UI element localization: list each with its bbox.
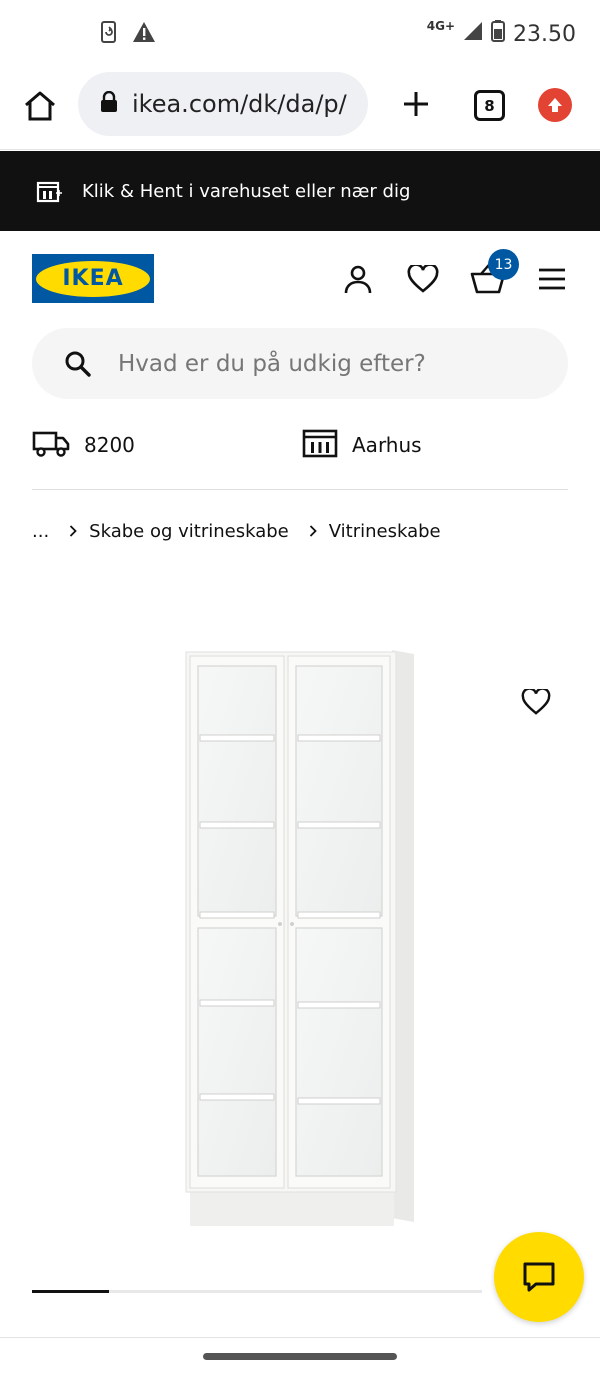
clock: 23.50 (513, 21, 576, 47)
store-text: Aarhus (352, 433, 422, 457)
search-input[interactable]: Hvad er du på udkig efter? (32, 328, 568, 399)
battery-icon (491, 20, 506, 48)
heart-icon (407, 265, 439, 293)
add-to-favourites-button[interactable] (518, 684, 554, 720)
browser-toolbar: ikea.com/dk/da/p/ 8 (0, 66, 600, 150)
chevron-right-icon (69, 521, 77, 542)
nav-divider (0, 1337, 600, 1338)
address-bar[interactable]: ikea.com/dk/da/p/ (78, 72, 368, 136)
home-icon (25, 91, 55, 121)
logo-text: IKEA (62, 266, 124, 291)
chevron-right-icon (309, 521, 317, 542)
delivery-store-row: 8200 Aarhus (32, 420, 568, 470)
chat-icon (523, 1262, 555, 1292)
store-selector[interactable]: Aarhus (302, 420, 422, 470)
lock-icon (100, 90, 118, 117)
ikea-logo[interactable]: IKEA (32, 254, 154, 303)
divider (32, 489, 568, 490)
banner-text: Klik & Hent i varehuset eller nær dig (82, 180, 411, 202)
breadcrumb-item-display-cabinets[interactable]: Vitrineskabe (329, 521, 441, 542)
truck-icon (32, 428, 70, 462)
chat-button[interactable] (494, 1232, 584, 1322)
signal-icon (463, 21, 483, 47)
menu-button[interactable] (532, 259, 572, 299)
breadcrumb-item-cabinets[interactable]: Skabe og vitrineskabe (89, 521, 289, 542)
postcode-text: 8200 (84, 433, 135, 457)
breadcrumb-ellipsis[interactable]: ... (32, 521, 49, 542)
new-tab-button[interactable] (394, 82, 438, 126)
store-icon (36, 179, 64, 203)
profile-icon (344, 265, 372, 294)
network-label: 4G+ (426, 19, 456, 33)
store-icon (302, 428, 338, 462)
gesture-bar[interactable] (203, 1353, 397, 1360)
warning-icon (132, 21, 156, 47)
search-icon (64, 350, 92, 378)
click-collect-banner[interactable]: Klik & Hent i varehuset eller nær dig (0, 151, 600, 231)
breadcrumb: ... Skabe og vitrineskabe Vitrineskabe (32, 516, 441, 546)
update-button[interactable] (538, 88, 572, 122)
product-image[interactable] (182, 640, 418, 1230)
profile-button[interactable] (338, 259, 378, 299)
tabs-button[interactable]: 8 (474, 90, 505, 121)
favourites-button[interactable] (403, 259, 443, 299)
screen-rotate-icon (98, 20, 120, 48)
search-placeholder: Hvad er du på udkig efter? (118, 350, 426, 377)
tab-count: 8 (484, 96, 495, 115)
postcode-selector[interactable]: 8200 (32, 420, 135, 470)
plus-icon (404, 92, 428, 116)
update-icon (548, 98, 562, 112)
image-carousel-progress (32, 1290, 482, 1293)
cart-count-badge: 13 (488, 249, 519, 280)
heart-icon (521, 689, 551, 715)
url-text: ikea.com/dk/da/p/ (132, 90, 347, 118)
status-bar: 4G+ 23.50 (0, 0, 600, 66)
menu-icon (539, 268, 565, 290)
carousel-progress-fill (32, 1290, 109, 1293)
home-button[interactable] (18, 84, 62, 128)
